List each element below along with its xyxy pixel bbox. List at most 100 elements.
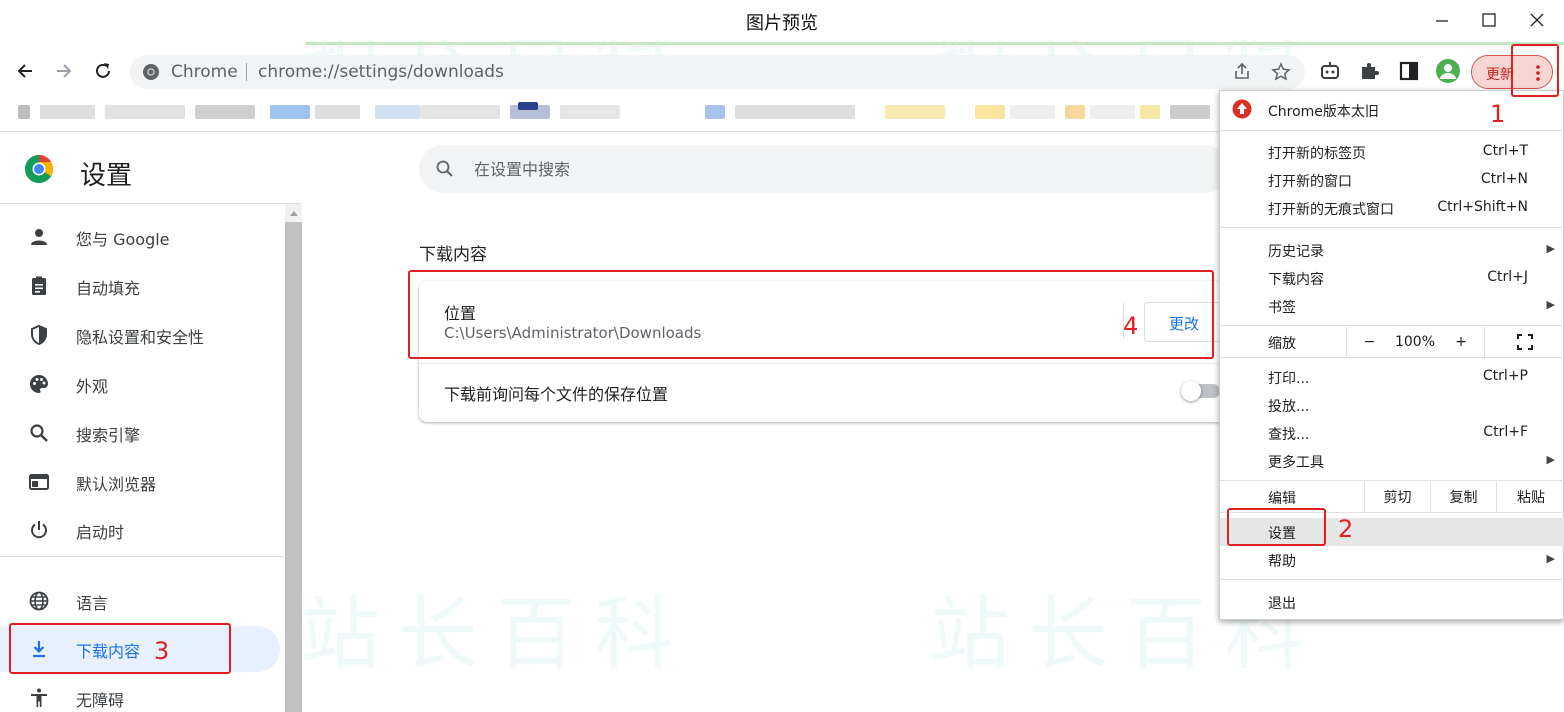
maximize-icon	[1482, 13, 1496, 27]
cut-button[interactable]: 剪切	[1364, 482, 1430, 512]
title-bar: 图片预览	[0, 0, 1564, 40]
omnibox-separator	[246, 63, 247, 81]
menu-item-find[interactable]: 查找... Ctrl+F	[1220, 419, 1564, 447]
ask-before-download-label: 下载前询问每个文件的保存位置	[444, 385, 669, 404]
menu-label: 历史记录	[1268, 244, 1324, 260]
menu-item-new-window[interactable]: 打开新的窗口 Ctrl+N	[1220, 166, 1564, 194]
sidebar-item-search-engine[interactable]: 搜索引擎	[0, 410, 280, 456]
scrollbar-thumb[interactable]	[285, 222, 302, 712]
section-title: 下载内容	[419, 245, 487, 265]
menu-shortcut: Ctrl+F	[1483, 424, 1528, 440]
menu-item-bookmarks[interactable]: 书签 ▶	[1220, 292, 1564, 320]
sidebar-item-accessibility[interactable]: 无障碍	[0, 675, 280, 712]
menu-item-cast[interactable]: 投放...	[1220, 391, 1564, 419]
arrow-left-icon	[17, 64, 32, 78]
close-icon	[1530, 13, 1544, 27]
window-title: 图片预览	[746, 13, 818, 34]
menu-item-print[interactable]: 打印... Ctrl+P	[1220, 363, 1564, 391]
zoom-in-button[interactable]: +	[1438, 327, 1484, 357]
menu-item-incognito[interactable]: 打开新的无痕式窗口 Ctrl+Shift+N	[1220, 194, 1564, 222]
fullscreen-icon	[1517, 334, 1533, 350]
paste-button[interactable]: 粘贴	[1496, 482, 1564, 512]
sidebar-item-label: 自动填充	[76, 279, 141, 298]
sidebar-item-autofill[interactable]: 自动填充	[0, 263, 280, 309]
menu-shortcut: Ctrl+T	[1482, 143, 1528, 159]
zoom-out-button[interactable]: −	[1346, 327, 1392, 357]
extensions-button[interactable]	[1358, 59, 1382, 83]
triangle-up-icon	[289, 211, 298, 216]
minimize-button[interactable]	[1419, 4, 1465, 36]
sidebar-item-privacy[interactable]: 隐私设置和安全性	[0, 312, 280, 358]
assistant-button[interactable]	[1318, 59, 1342, 83]
menu-label: 投放...	[1268, 399, 1310, 415]
menu-label: 查找...	[1268, 427, 1310, 443]
sidebar-item-on-startup[interactable]: 启动时	[0, 507, 280, 553]
sidebar-item-label: 外观	[76, 377, 109, 396]
sidebar-divider	[0, 556, 284, 557]
menu-item-new-tab[interactable]: 打开新的标签页 Ctrl+T	[1220, 138, 1564, 166]
side-panel-button[interactable]	[1397, 59, 1421, 83]
menu-item-exit[interactable]: 退出	[1220, 588, 1564, 616]
share-icon[interactable]	[1232, 62, 1252, 82]
menu-item-downloads[interactable]: 下载内容 Ctrl+J	[1220, 264, 1564, 292]
annotation-box-settings	[1227, 508, 1326, 546]
fullscreen-button[interactable]	[1484, 327, 1564, 357]
maximize-button[interactable]	[1466, 4, 1512, 36]
menu-shortcut: Ctrl+N	[1480, 171, 1528, 187]
sidebar-item-label: 默认浏览器	[76, 475, 157, 494]
forward-button[interactable]	[49, 56, 79, 86]
robot-icon	[1321, 62, 1339, 79]
address-bar[interactable]: Chrome chrome://settings/downloads	[130, 55, 1305, 89]
sidebar-item-appearance[interactable]: 外观	[0, 361, 280, 407]
puzzle-icon	[1362, 63, 1379, 79]
update-label: 更新	[1486, 67, 1514, 83]
watermark: 站长百科	[300, 588, 692, 681]
settings-search[interactable]	[419, 145, 1229, 193]
menu-shortcut: Ctrl+J	[1487, 269, 1528, 285]
globe-icon	[27, 589, 51, 613]
shield-icon	[27, 323, 51, 347]
close-window-button[interactable]	[1514, 4, 1560, 36]
search-input[interactable]	[474, 157, 1174, 181]
chrome-logo-icon	[25, 155, 53, 183]
sidebar-item-languages[interactable]: 语言	[0, 578, 280, 624]
menu-item-help[interactable]: 帮助 ▶	[1220, 546, 1564, 574]
page-title: 设置	[80, 161, 133, 191]
annotation-number: 3	[154, 637, 170, 665]
menu-label: 打印...	[1268, 371, 1310, 387]
person-icon	[27, 225, 51, 249]
menu-item-history[interactable]: 历史记录 ▶	[1220, 236, 1564, 264]
menu-separator	[1220, 325, 1564, 326]
menu-item-more-tools[interactable]: 更多工具 ▶	[1220, 447, 1564, 475]
menu-item-update-notice[interactable]: Chrome版本太旧	[1220, 96, 1564, 124]
menu-label: 缩放	[1268, 336, 1296, 352]
menu-shortcut: Ctrl+P	[1482, 368, 1528, 384]
back-button[interactable]	[10, 56, 40, 86]
submenu-arrow-icon: ▶	[1546, 298, 1555, 311]
annotation-number: 4	[1123, 312, 1139, 340]
sidebar-item-default-browser[interactable]: 默认浏览器	[0, 459, 280, 505]
profile-button[interactable]	[1436, 59, 1460, 83]
sidebar-item-label: 搜索引擎	[76, 426, 141, 445]
url-text[interactable]: chrome://settings/downloads	[258, 62, 504, 82]
sidebar-item-label: 语言	[76, 594, 109, 613]
reload-icon	[96, 63, 110, 78]
annotation-number: 1	[1490, 100, 1506, 128]
sidebar-item-you-and-google[interactable]: 您与 Google	[0, 214, 280, 260]
toggle-knob[interactable]	[1181, 381, 1201, 401]
avatar-icon	[1436, 59, 1460, 83]
scroll-up-button[interactable]	[285, 204, 302, 222]
power-icon	[27, 518, 51, 542]
sidebar-item-label: 您与 Google	[76, 230, 170, 249]
sidebar-item-label: 启动时	[76, 523, 125, 542]
annotation-box-location	[408, 270, 1214, 359]
menu-label: 帮助	[1268, 554, 1296, 570]
settings-header: 设置	[0, 133, 300, 203]
loading-indicator	[305, 42, 1564, 45]
menu-label: 退出	[1268, 596, 1296, 612]
reload-button[interactable]	[88, 56, 118, 86]
star-icon[interactable]	[1271, 62, 1291, 82]
update-arrow-icon	[1232, 99, 1252, 119]
copy-button[interactable]: 复制	[1430, 482, 1496, 512]
sidebar-item-label: 无障碍	[76, 691, 125, 710]
